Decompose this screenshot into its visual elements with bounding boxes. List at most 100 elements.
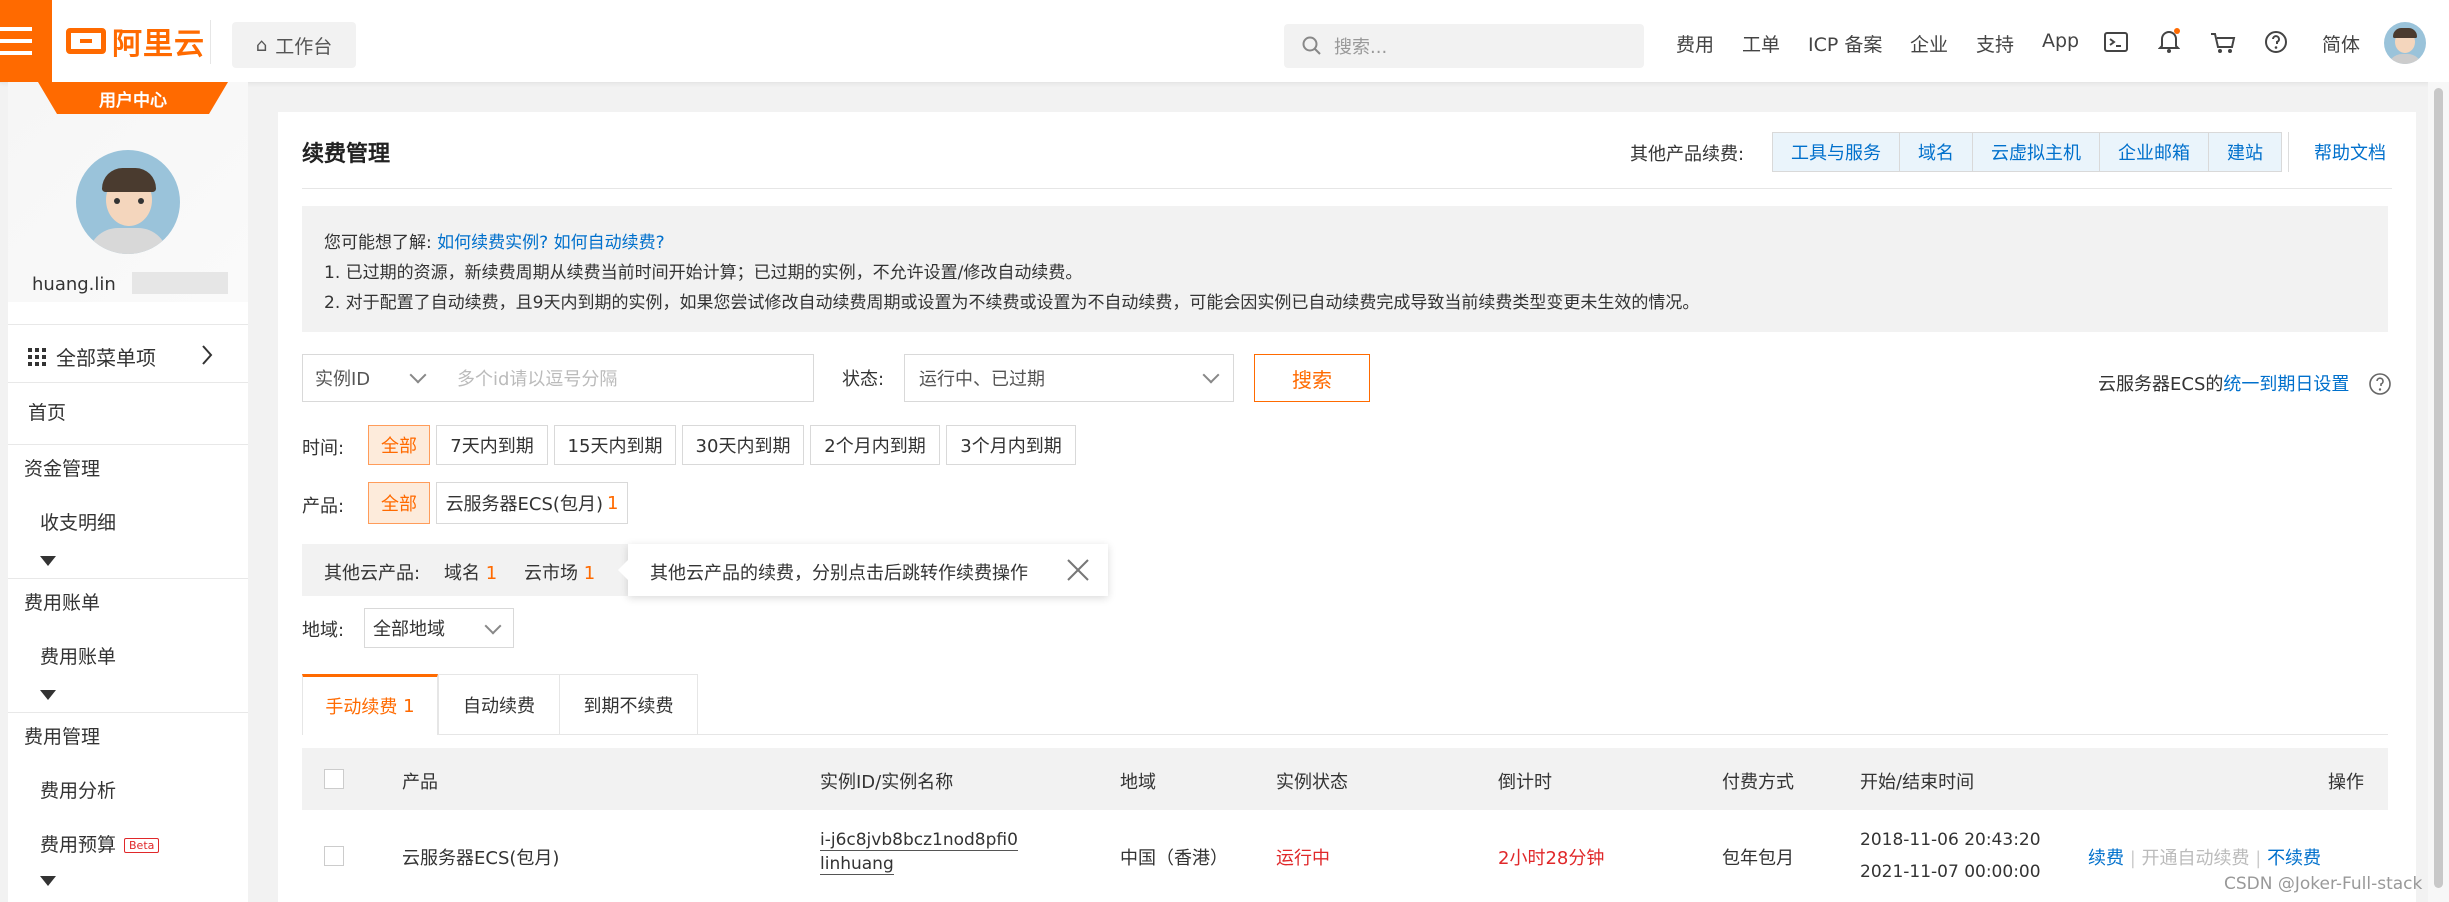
table-row: 云服务器ECS(包月) i-j6c8jvb8bcz1nod8pfi0 linhu… bbox=[302, 810, 2388, 902]
search-input[interactable]: 搜索... bbox=[1284, 24, 1644, 68]
sidebar-item-fee-management[interactable]: 费用管理 bbox=[24, 722, 100, 749]
time-all[interactable]: 全部 bbox=[368, 425, 430, 465]
username: huang.lin bbox=[32, 274, 116, 295]
other-cloud-market[interactable]: 云市场 1 bbox=[524, 559, 595, 585]
help-icon[interactable] bbox=[2264, 30, 2288, 54]
status-label: 状态: bbox=[842, 369, 885, 390]
row-region: 中国（香港） bbox=[1120, 848, 1228, 869]
nav-support[interactable]: 支持 bbox=[1976, 30, 2014, 57]
tooltip: 其他云产品的续费，分别点击后跳转作续费操作 bbox=[618, 544, 1108, 596]
no-renew-link[interactable]: 不续费 bbox=[2267, 848, 2321, 869]
table-header: 产品 实例ID/实例名称 地域 实例状态 倒计时 付费方式 开始/结束时间 操作 bbox=[302, 748, 2388, 810]
region-select[interactable]: 全部地域 bbox=[364, 608, 514, 648]
help-doc-link[interactable]: 帮助文档 bbox=[2314, 139, 2386, 165]
time-30-days[interactable]: 30天内到期 bbox=[682, 425, 804, 465]
other-products-links: 工具与服务 域名 云虚拟主机 企业邮箱 建站 bbox=[1772, 132, 2282, 172]
unify-expiry-link[interactable]: 统一到期日设置 bbox=[2223, 374, 2349, 395]
product-link-domain[interactable]: 域名 bbox=[1900, 133, 1973, 171]
header-pay: 付费方式 bbox=[1722, 772, 1794, 793]
sidebar-item-bill[interactable]: 费用账单 bbox=[40, 642, 116, 669]
id-input[interactable]: 多个id请以逗号分隔 bbox=[443, 365, 813, 391]
tab-manual-renew[interactable]: 手动续费 1 bbox=[302, 674, 438, 735]
bell-icon[interactable] bbox=[2158, 28, 2180, 54]
scrollbar[interactable] bbox=[2428, 82, 2449, 902]
notice-line-2: 2. 对于配置了自动续费，且9天内到期的实例，如果您尝试修改自动续费周期或设置为… bbox=[324, 293, 1700, 313]
search-button[interactable]: 搜索 bbox=[1254, 354, 1370, 402]
header-countdown: 倒计时 bbox=[1498, 772, 1552, 793]
beta-badge: Beta bbox=[124, 838, 160, 853]
user-avatar[interactable] bbox=[2384, 22, 2426, 64]
select-all-checkbox[interactable] bbox=[324, 769, 344, 789]
row-instance-id[interactable]: i-j6c8jvb8bcz1nod8pfi0 bbox=[820, 830, 1018, 851]
sidebar-item-home[interactable]: 首页 bbox=[28, 398, 66, 425]
tab-auto-renew[interactable]: 自动续费 bbox=[438, 674, 560, 734]
tooltip-text: 其他云产品的续费，分别点击后跳转作续费操作 bbox=[650, 563, 1028, 584]
search-icon bbox=[1302, 36, 1321, 55]
nav-fees[interactable]: 费用 bbox=[1676, 30, 1714, 57]
tab-no-renew[interactable]: 到期不续费 bbox=[560, 674, 698, 734]
nav-tickets[interactable]: 工单 bbox=[1742, 30, 1780, 57]
language-switch[interactable]: 简体 bbox=[2322, 30, 2360, 57]
product-link-vhost[interactable]: 云虚拟主机 bbox=[1973, 133, 2100, 171]
home-icon: ⌂ bbox=[255, 34, 268, 56]
header-status: 实例状态 bbox=[1276, 772, 1348, 793]
row-pay: 包年包月 bbox=[1722, 848, 1794, 869]
aliyun-logo[interactable]: 阿里云 bbox=[66, 24, 205, 62]
cart-icon[interactable] bbox=[2210, 32, 2236, 54]
how-to-renew-link[interactable]: 如何续费实例? bbox=[437, 233, 548, 253]
row-status: 运行中 bbox=[1276, 848, 1330, 869]
nav-icp[interactable]: ICP 备案 bbox=[1808, 30, 1882, 57]
sidebar-item-bills[interactable]: 费用账单 bbox=[24, 588, 100, 615]
ecs-unify-expiry: 云服务器ECS的统一到期日设置 bbox=[2098, 374, 2350, 395]
row-checkbox[interactable] bbox=[324, 846, 344, 866]
workbench-button[interactable]: ⌂ 工作台 bbox=[232, 22, 356, 68]
time-2-months[interactable]: 2个月内到期 bbox=[810, 425, 940, 465]
renewal-panel: 续费管理 其他产品续费: 工具与服务 域名 云虚拟主机 企业邮箱 建站 帮助文档… bbox=[278, 112, 2416, 902]
other-cloud-label: 其他云产品: bbox=[324, 563, 421, 584]
instance-id-filter: 实例ID 多个id请以逗号分隔 bbox=[302, 354, 814, 402]
row-instance-name[interactable]: linhuang bbox=[820, 854, 894, 875]
how-to-auto-renew-link[interactable]: 如何自动续费? bbox=[554, 233, 665, 253]
header-product: 产品 bbox=[402, 772, 438, 793]
time-3-months[interactable]: 3个月内到期 bbox=[946, 425, 1076, 465]
time-7-days[interactable]: 7天内到期 bbox=[436, 425, 548, 465]
user-center-badge: 用户中心 bbox=[38, 82, 228, 114]
chevron-down-icon[interactable] bbox=[40, 876, 56, 886]
chevron-down-icon bbox=[484, 617, 502, 635]
help-icon[interactable] bbox=[2368, 372, 2392, 396]
sidebar-item-funds[interactable]: 资金管理 bbox=[24, 454, 100, 481]
nav-app[interactable]: App bbox=[2042, 30, 2079, 52]
chevron-down-icon bbox=[1202, 366, 1220, 384]
id-type-select[interactable]: 实例ID bbox=[303, 365, 443, 391]
all-menu-items[interactable]: 全部菜单项 bbox=[28, 342, 156, 371]
chevron-right-icon[interactable] bbox=[200, 344, 214, 366]
username-redaction bbox=[132, 272, 228, 294]
product-ecs[interactable]: 云服务器ECS(包月) 1 bbox=[436, 482, 628, 524]
other-products-label: 其他产品续费: bbox=[1630, 144, 1745, 165]
sidebar: 用户中心 huang.lin 全部菜单项 首页 资金管理 收支明细 费用账单 费… bbox=[8, 82, 248, 902]
sidebar-item-income-detail[interactable]: 收支明细 bbox=[40, 508, 116, 535]
menu-icon[interactable] bbox=[0, 0, 52, 82]
renew-link[interactable]: 续费 bbox=[2088, 848, 2124, 869]
chevron-down-icon bbox=[409, 366, 427, 384]
top-bar: 阿里云 ⌂ 工作台 搜索... 费用 工单 ICP 备案 企业 支持 App 简… bbox=[0, 0, 2449, 83]
nav-enterprise[interactable]: 企业 bbox=[1910, 30, 1948, 57]
row-product: 云服务器ECS(包月) bbox=[402, 848, 560, 869]
chevron-down-icon[interactable] bbox=[40, 556, 56, 566]
chevron-down-icon[interactable] bbox=[40, 690, 56, 700]
product-link-site[interactable]: 建站 bbox=[2209, 133, 2281, 171]
status-select[interactable]: 运行中、已过期 bbox=[904, 354, 1234, 402]
product-link-mail[interactable]: 企业邮箱 bbox=[2100, 133, 2209, 171]
sidebar-item-fee-analysis[interactable]: 费用分析 bbox=[40, 776, 116, 803]
terminal-icon[interactable] bbox=[2104, 32, 2128, 52]
sidebar-item-fee-budget[interactable]: 费用预算 Beta bbox=[40, 830, 160, 857]
time-15-days[interactable]: 15天内到期 bbox=[554, 425, 676, 465]
notice-box: 您可能想了解: 如何续费实例? 如何自动续费? 1. 已过期的资源，新续费周期从… bbox=[302, 206, 2388, 332]
product-all[interactable]: 全部 bbox=[368, 482, 430, 524]
product-link-tools[interactable]: 工具与服务 bbox=[1773, 133, 1900, 171]
enable-auto-renew-link[interactable]: 开通自动续费 bbox=[2142, 848, 2250, 869]
header-time: 开始/结束时间 bbox=[1860, 772, 1975, 793]
row-end-time: 2021-11-07 00:00:00 bbox=[1860, 862, 2041, 882]
other-cloud-domain[interactable]: 域名 1 bbox=[444, 559, 497, 585]
close-icon[interactable] bbox=[1066, 558, 1090, 582]
